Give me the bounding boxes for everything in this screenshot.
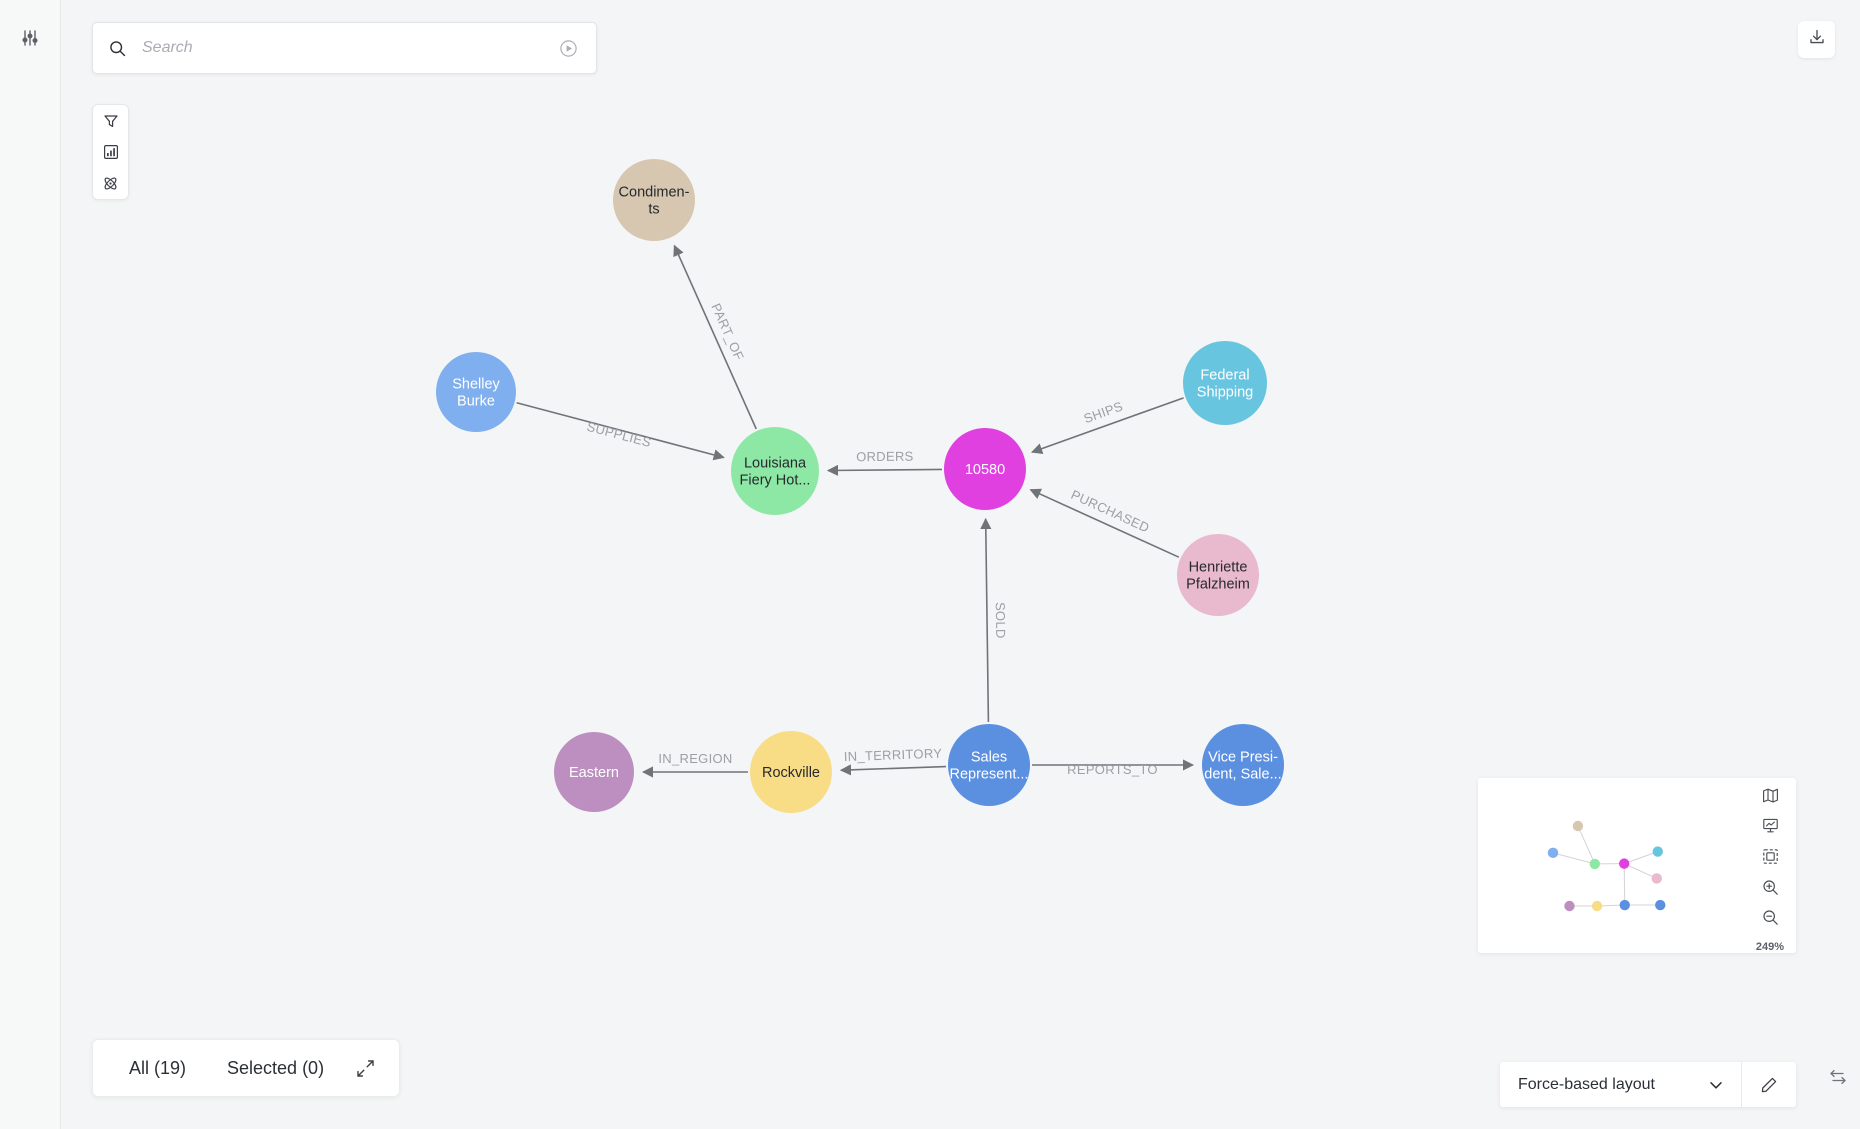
graph-edge[interactable] [826, 464, 943, 476]
layout-selector[interactable]: Force-based layout [1500, 1062, 1796, 1107]
minimap-node [1589, 858, 1601, 870]
minimap-node [1572, 820, 1584, 832]
edge-label: PART_OF [708, 301, 747, 363]
download-icon [1808, 28, 1826, 51]
left-rail [0, 0, 61, 1129]
minimap-node [1652, 846, 1663, 857]
chart-icon[interactable] [97, 141, 125, 163]
play-circle-icon[interactable] [559, 39, 578, 58]
edge-label: IN_TERRITORY [844, 746, 943, 764]
node-label: Rockville [762, 765, 820, 781]
node-label: Louisiana [744, 456, 807, 472]
filter-icon[interactable] [97, 110, 125, 132]
node-label: Federal [1200, 368, 1249, 384]
edge-label: SOLD [993, 602, 1008, 639]
graph-node[interactable]: ShelleyBurke [436, 352, 516, 432]
edge-label: ORDERS [856, 449, 914, 465]
collapse-panel-icon[interactable] [1824, 1063, 1852, 1091]
edge-label: IN_REGION [658, 751, 732, 766]
minimap-node [1564, 900, 1575, 912]
node-label: Fiery Hot... [740, 473, 811, 489]
minimap-node [1655, 899, 1666, 911]
search-icon [109, 40, 126, 57]
minimap-node [1591, 900, 1603, 912]
node-label: dent, Sale... [1204, 767, 1281, 783]
search-bar[interactable] [92, 22, 597, 74]
presentation-chart-icon[interactable] [1757, 817, 1783, 836]
node-label: Henriette [1189, 560, 1248, 576]
graph-edge[interactable] [980, 517, 992, 723]
node-label: Represent... [950, 767, 1029, 783]
atom-icon[interactable] [97, 172, 125, 194]
minimap-panel[interactable]: 249% [1478, 778, 1796, 953]
node-label: Burke [457, 394, 495, 410]
edge-label: PURCHASED [1069, 487, 1152, 536]
nodes-layer[interactable]: Condimen-ts ShelleyBurke LouisianaFiery Ho… [436, 159, 1284, 813]
edge-label: REPORTS_TO [1067, 762, 1158, 777]
graph-node[interactable]: Eastern [554, 732, 634, 812]
chevron-down-icon[interactable] [1707, 1076, 1725, 1094]
graph-canvas[interactable]: PART_OF SUPPLIES ORDERS SHIPS PURCHASED SOLD I… [61, 0, 1860, 1129]
selected-count-label[interactable]: Selected (0) [227, 1058, 324, 1079]
minimap-node [1651, 873, 1662, 884]
graph-edge[interactable] [673, 244, 757, 430]
graph-node[interactable]: Rockville [750, 731, 832, 813]
all-count-label[interactable]: All (19) [129, 1058, 186, 1079]
graph-explorer-app: PART_OF SUPPLIES ORDERS SHIPS PURCHASED SOLD I… [0, 0, 1860, 1129]
node-label: Condimen- [619, 185, 690, 201]
graph-node[interactable]: Condimen-ts [613, 159, 695, 241]
node-label: Shelley [452, 377, 500, 393]
graph-node[interactable]: SalesRepresent... [948, 724, 1030, 806]
sliders-icon[interactable] [14, 22, 46, 54]
selection-status-bar: All (19) Selected (0) [92, 1039, 400, 1097]
node-label: Eastern [569, 765, 619, 781]
zoom-out-icon[interactable] [1757, 908, 1783, 927]
node-label: ts [648, 202, 659, 218]
zoom-level-label: 249% [1755, 940, 1785, 953]
minimap-node [1547, 847, 1559, 859]
minimap-edge [1623, 863, 1626, 906]
edge-label: SUPPLIES [585, 419, 653, 450]
canvas-tool-stack [92, 104, 129, 200]
layout-selected-label: Force-based layout [1518, 1075, 1655, 1093]
minimap-edge [1623, 863, 1657, 879]
node-label: 10580 [965, 462, 1005, 478]
node-label: Vice Presi- [1208, 750, 1278, 766]
graph-node[interactable]: Vice Presi-dent, Sale... [1202, 724, 1284, 806]
minimap-nodes [1547, 820, 1666, 912]
graph-node[interactable]: FederalShipping [1183, 341, 1267, 425]
zoom-in-icon[interactable] [1757, 878, 1783, 897]
graph-node[interactable]: 10580 [944, 428, 1026, 510]
minimap-edge [1552, 852, 1595, 865]
map-icon[interactable] [1757, 786, 1783, 805]
edges-layer: PART_OFSUPPLIESORDERSSHIPSPURCHASEDSOLDI… [516, 244, 1195, 778]
node-label: Pfalzheim [1186, 577, 1250, 593]
graph-node[interactable]: LouisianaFiery Hot... [731, 427, 819, 515]
minimap-graph [1547, 820, 1666, 912]
node-label: Shipping [1197, 385, 1253, 401]
expand-icon[interactable] [356, 1059, 375, 1078]
node-label: Sales [971, 750, 1007, 766]
minimap-canvas[interactable] [1478, 778, 1744, 953]
fit-to-screen-icon[interactable] [1757, 847, 1783, 866]
minimap-edges [1552, 825, 1661, 907]
graph-rendering[interactable]: PART_OFSUPPLIESORDERSSHIPSPURCHASEDSOLDI… [61, 0, 1860, 1129]
search-input[interactable] [140, 38, 559, 58]
graph-node[interactable]: HenriettePfalzheim [1177, 534, 1259, 616]
download-button[interactable] [1798, 21, 1835, 58]
minimap-edge [1624, 851, 1658, 865]
minimap-edge [1577, 825, 1596, 865]
graph-edge[interactable] [839, 764, 947, 776]
minimap-node [1618, 858, 1630, 869]
minimap-node [1619, 899, 1630, 911]
minimap-tools: 249% [1744, 778, 1796, 953]
pencil-icon[interactable] [1742, 1076, 1796, 1094]
